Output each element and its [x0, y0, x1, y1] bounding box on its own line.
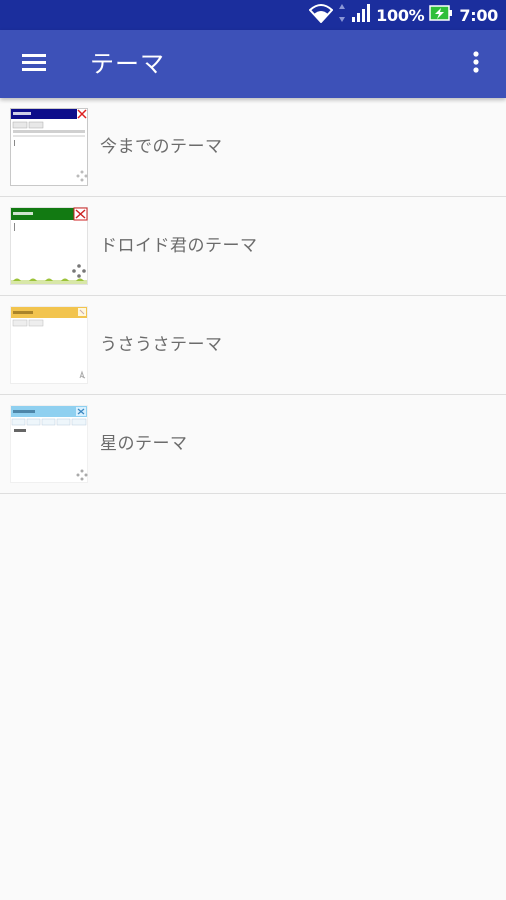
theme-thumbnail [10, 306, 88, 384]
more-vertical-icon [473, 51, 479, 77]
status-icons: 100% 7:00 [304, 0, 498, 30]
signal-icon [351, 3, 371, 27]
theme-label: 星のテーマ [100, 434, 188, 454]
theme-label: 今までのテーマ [100, 137, 223, 157]
theme-label: うさうさテーマ [100, 335, 223, 355]
theme-thumbnail [10, 207, 88, 285]
theme-item-classic[interactable]: 今までのテーマ [0, 98, 506, 197]
theme-item-droid[interactable]: ドロイド君のテーマ [0, 197, 506, 296]
status-bar: 100% 7:00 [0, 0, 506, 30]
wifi-icon [308, 3, 334, 27]
theme-thumbnail [10, 405, 88, 483]
screen: 100% 7:00 テーマ 今までのテーマ ドロイド君のテーマ うさうさテーマ … [0, 0, 506, 900]
data-arrows-icon [338, 3, 346, 27]
battery-percent: 100% [376, 5, 425, 25]
battery-charging-icon [429, 3, 453, 27]
clock: 7:00 [459, 5, 498, 25]
theme-item-star[interactable]: 星のテーマ [0, 395, 506, 494]
overflow-menu-button[interactable] [456, 44, 496, 84]
hamburger-menu-icon [22, 52, 46, 76]
theme-thumbnail [10, 108, 88, 186]
theme-list: 今までのテーマ ドロイド君のテーマ うさうさテーマ 星のテーマ [0, 98, 506, 494]
menu-button[interactable] [14, 44, 54, 84]
page-title: テーマ [90, 50, 165, 78]
theme-item-usausa[interactable]: うさうさテーマ [0, 296, 506, 395]
app-bar: テーマ [0, 30, 506, 98]
theme-label: ドロイド君のテーマ [100, 236, 258, 256]
